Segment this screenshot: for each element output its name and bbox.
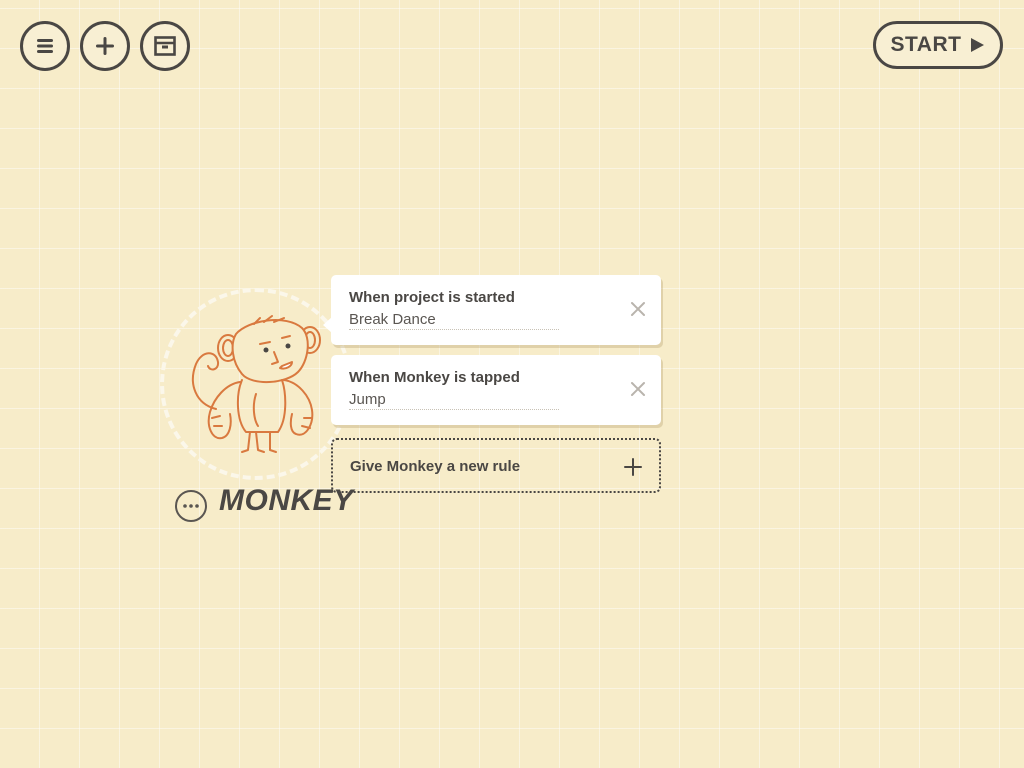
play-icon <box>971 38 985 52</box>
character-options-button[interactable] <box>175 490 207 522</box>
add-rule-label: Give Monkey a new rule <box>350 458 521 475</box>
rule-card[interactable]: When project is started Break Dance <box>323 275 661 345</box>
menu-button[interactable] <box>20 21 70 71</box>
monkey-icon[interactable] <box>186 314 326 454</box>
add-rule-button[interactable]: Give Monkey a new rule <box>331 438 661 493</box>
add-character-button[interactable] <box>80 21 130 71</box>
inventory-button[interactable] <box>140 21 190 71</box>
inventory-box-icon <box>154 36 176 56</box>
menu-icon <box>37 39 53 53</box>
rule-trigger[interactable]: When project is started <box>349 289 515 306</box>
close-icon[interactable] <box>629 380 647 398</box>
start-label: START <box>890 33 962 56</box>
rule-action[interactable]: Jump <box>349 391 559 410</box>
rule-trigger[interactable]: When Monkey is tapped <box>349 369 520 386</box>
rule-card[interactable]: When Monkey is tapped Jump <box>331 355 661 425</box>
more-options-icon <box>183 504 199 508</box>
close-icon[interactable] <box>629 300 647 318</box>
plus-icon <box>624 458 642 476</box>
rule-action[interactable]: Break Dance <box>349 311 559 330</box>
start-button[interactable]: START <box>873 21 1003 69</box>
plus-icon <box>96 37 114 55</box>
